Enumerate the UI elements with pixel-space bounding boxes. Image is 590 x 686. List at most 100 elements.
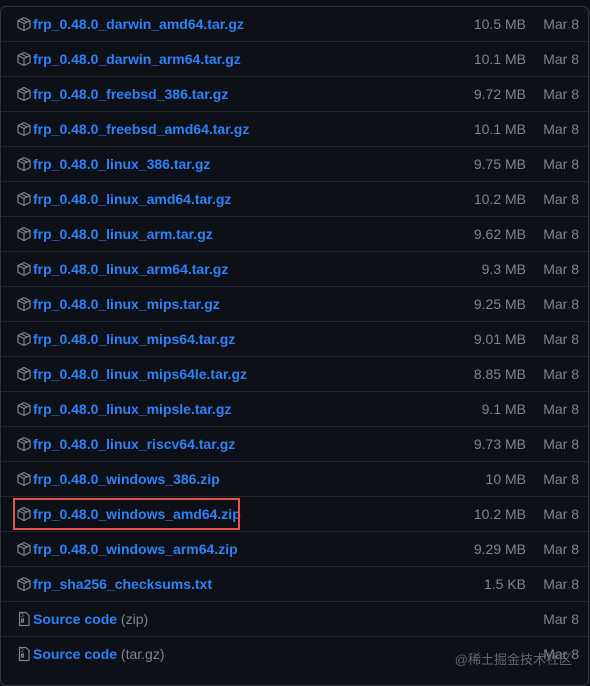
asset-name: frp_0.48.0_freebsd_386.tar.gz (33, 86, 229, 102)
asset-date: Mar 8 (543, 16, 579, 32)
asset-date: Mar 8 (543, 121, 579, 137)
asset-size: 10.1 MB (473, 121, 526, 137)
asset-date: Mar 8 (543, 541, 579, 557)
asset-date: Mar 8 (543, 86, 579, 102)
asset-size: 9.72 MB (473, 86, 526, 102)
asset-download-link[interactable]: frp_0.48.0_linux_amd64.tar.gz (33, 191, 231, 208)
asset-size: 10 MB (485, 471, 526, 487)
asset-download-link[interactable]: frp_0.48.0_windows_amd64.zip (33, 506, 241, 523)
asset-row: frp_0.48.0_darwin_arm64.tar.gz 10.1 MB Mar… (1, 42, 588, 77)
package-icon (16, 226, 32, 242)
asset-name: frp_0.48.0_linux_mips64.tar.gz (33, 331, 236, 347)
asset-date: Mar 8 (543, 611, 579, 627)
asset-name: frp_0.48.0_freebsd_amd64.tar.gz (33, 121, 250, 137)
asset-name: frp_0.48.0_linux_arm64.tar.gz (33, 261, 229, 277)
asset-row: frp_sha256_checksums.txt 1.5 KB Mar 8 (1, 567, 588, 602)
package-icon (16, 506, 32, 522)
asset-size: 8.85 MB (473, 366, 526, 382)
package-icon (16, 51, 32, 67)
package-icon (16, 401, 32, 417)
asset-date: Mar 8 (543, 401, 579, 417)
asset-name: frp_0.48.0_darwin_amd64.tar.gz (33, 16, 244, 32)
asset-name: frp_0.48.0_linux_mips64le.tar.gz (33, 366, 247, 382)
asset-name: frp_0.48.0_linux_386.tar.gz (33, 156, 211, 172)
asset-download-link[interactable]: frp_0.48.0_linux_arm.tar.gz (33, 226, 213, 243)
asset-date: Mar 8 (543, 471, 579, 487)
package-icon (16, 121, 32, 137)
package-icon (16, 331, 32, 347)
package-icon (16, 366, 32, 382)
asset-name: frp_0.48.0_darwin_arm64.tar.gz (33, 51, 241, 67)
asset-download-link[interactable]: Source code (zip) (33, 611, 148, 628)
asset-date: Mar 8 (543, 366, 579, 382)
asset-download-link[interactable]: frp_0.48.0_linux_riscv64.tar.gz (33, 436, 235, 453)
asset-size: 9.73 MB (473, 436, 526, 452)
asset-name: frp_0.48.0_linux_mips.tar.gz (33, 296, 220, 312)
asset-row: frp_0.48.0_windows_amd64.zip 10.2 MB Mar 8 (1, 497, 588, 532)
asset-name: frp_0.48.0_windows_amd64.zip (33, 506, 241, 522)
asset-date: Mar 8 (543, 226, 579, 242)
asset-size: 9.1 MB (481, 401, 526, 417)
asset-row: frp_0.48.0_linux_amd64.tar.gz 10.2 MB Mar … (1, 182, 588, 217)
asset-row: frp_0.48.0_linux_386.tar.gz 9.75 MB Mar 8 (1, 147, 588, 182)
package-icon (16, 16, 32, 32)
asset-row: frp_0.48.0_linux_arm.tar.gz 9.62 MB Mar 8 (1, 217, 588, 252)
asset-download-link[interactable]: frp_0.48.0_freebsd_amd64.tar.gz (33, 121, 249, 138)
asset-download-link[interactable]: frp_sha256_checksums.txt (33, 576, 212, 593)
package-icon (16, 261, 32, 277)
file-zip-icon (16, 646, 32, 662)
release-assets-list: frp_0.48.0_darwin_amd64.tar.gz 10.5 MB Mar… (0, 6, 589, 686)
asset-download-link[interactable]: frp_0.48.0_darwin_amd64.tar.gz (33, 16, 244, 33)
asset-download-link[interactable]: frp_0.48.0_linux_arm64.tar.gz (33, 261, 228, 278)
asset-row: frp_0.48.0_linux_mips.tar.gz 9.25 MB Mar 8 (1, 287, 588, 322)
asset-download-link[interactable]: Source code (tar.gz) (33, 646, 165, 663)
asset-size: 10.2 MB (473, 506, 526, 522)
asset-size: 9.62 MB (473, 226, 526, 242)
asset-format: (zip) (120, 611, 149, 627)
asset-size: 10.1 MB (473, 51, 526, 67)
asset-download-link[interactable]: frp_0.48.0_freebsd_386.tar.gz (33, 86, 228, 103)
asset-row: frp_0.48.0_freebsd_amd64.tar.gz 10.1 MB Ma… (1, 112, 588, 147)
asset-size: 9.75 MB (473, 156, 526, 172)
package-icon (16, 541, 32, 557)
asset-date: Mar 8 (543, 436, 579, 452)
watermark: @稀土掘金技术社区 (454, 652, 572, 667)
asset-row: frp_0.48.0_freebsd_386.tar.gz 9.72 MB Mar … (1, 77, 588, 112)
asset-row: frp_0.48.0_linux_mips64le.tar.gz 8.85 MB M… (1, 357, 588, 392)
asset-download-link[interactable]: frp_0.48.0_windows_386.zip (33, 471, 220, 488)
asset-download-link[interactable]: frp_0.48.0_linux_mips.tar.gz (33, 296, 220, 313)
asset-date: Mar 8 (543, 506, 579, 522)
asset-size: 9.01 MB (473, 331, 526, 347)
asset-row: frp_0.48.0_linux_mipsle.tar.gz 9.1 MB Mar … (1, 392, 588, 427)
file-zip-icon (16, 611, 32, 627)
package-icon (16, 436, 32, 452)
package-icon (16, 156, 32, 172)
asset-row: frp_0.48.0_windows_386.zip 10 MB Mar 8 (1, 462, 588, 497)
asset-name: frp_0.48.0_windows_arm64.zip (33, 541, 238, 557)
asset-download-link[interactable]: frp_0.48.0_windows_arm64.zip (33, 541, 238, 558)
asset-size: 9.25 MB (473, 296, 526, 312)
asset-name: Source code (33, 611, 118, 627)
asset-size: 10.5 MB (473, 16, 526, 32)
asset-date: Mar 8 (543, 261, 579, 277)
package-icon (16, 191, 32, 207)
asset-row: frp_0.48.0_darwin_amd64.tar.gz 10.5 MB Mar… (1, 7, 588, 42)
asset-download-link[interactable]: frp_0.48.0_darwin_arm64.tar.gz (33, 51, 241, 68)
asset-download-link[interactable]: frp_0.48.0_linux_mipsle.tar.gz (33, 401, 231, 418)
asset-row: Source code (zip) Mar 8 (1, 602, 588, 637)
asset-date: Mar 8 (543, 296, 579, 312)
asset-date: Mar 8 (543, 576, 579, 592)
asset-size: 1.5 KB (483, 576, 526, 592)
asset-size: 9.29 MB (473, 541, 526, 557)
asset-name: frp_0.48.0_windows_386.zip (33, 471, 220, 487)
asset-date: Mar 8 (543, 191, 579, 207)
asset-name: frp_0.48.0_linux_riscv64.tar.gz (33, 436, 236, 452)
asset-name: Source code (33, 646, 118, 662)
asset-row: frp_0.48.0_linux_arm64.tar.gz 9.3 MB Mar 8 (1, 252, 588, 287)
asset-download-link[interactable]: frp_0.48.0_linux_mips64.tar.gz (33, 331, 235, 348)
asset-name: frp_0.48.0_linux_amd64.tar.gz (33, 191, 232, 207)
package-icon (16, 576, 32, 592)
asset-download-link[interactable]: frp_0.48.0_linux_386.tar.gz (33, 156, 210, 173)
asset-date: Mar 8 (543, 156, 579, 172)
asset-download-link[interactable]: frp_0.48.0_linux_mips64le.tar.gz (33, 366, 247, 383)
